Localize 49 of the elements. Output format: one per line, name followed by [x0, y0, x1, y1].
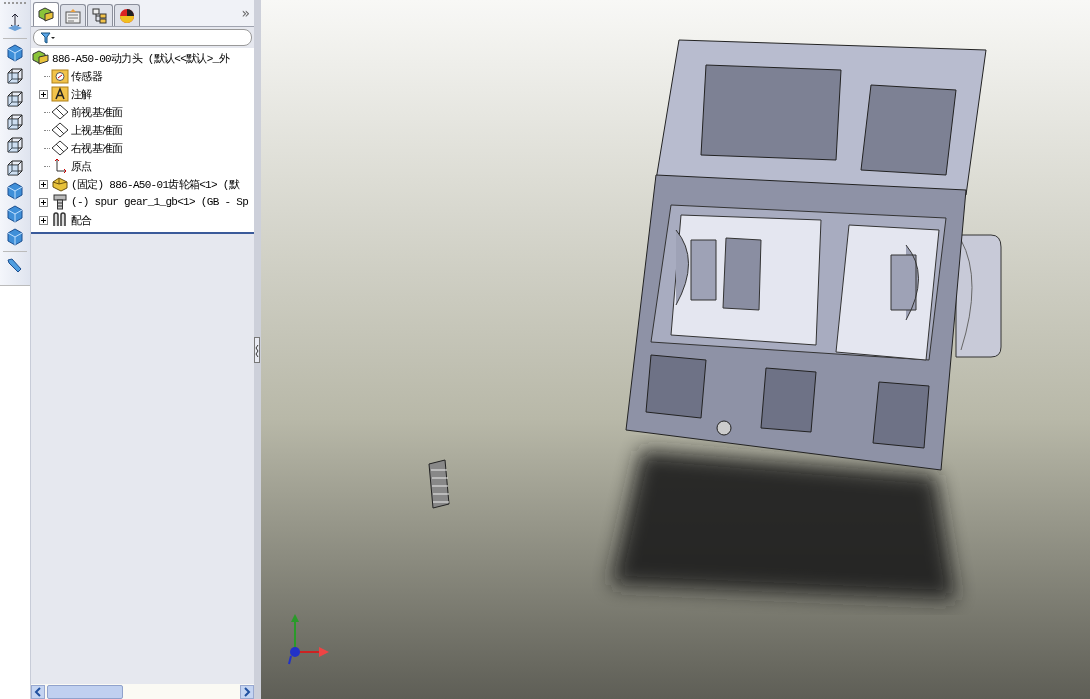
wireframe-cube-icon[interactable]	[6, 113, 24, 131]
scroll-thumb[interactable]	[47, 684, 123, 699]
shaded-cube-icon[interactable]	[6, 205, 24, 223]
axis-triad-icon	[288, 614, 329, 665]
plane-icon	[51, 122, 69, 138]
tree-item[interactable]: 上视基准面	[71, 122, 123, 138]
annotation-folder-icon	[51, 86, 69, 102]
sensor-folder-icon	[51, 68, 69, 84]
plane-icon	[51, 104, 69, 120]
wireframe-cube-icon[interactable]	[6, 67, 24, 85]
configuration-tab[interactable]	[87, 4, 113, 26]
tree-item[interactable]: 传感器	[71, 68, 102, 84]
appearance-tab[interactable]	[114, 4, 140, 26]
panel-collapse-handle[interactable]	[254, 336, 260, 363]
plane-icon	[51, 140, 69, 156]
expand-icon[interactable]	[38, 197, 48, 207]
tree-item[interactable]: 前视基准面	[71, 104, 123, 120]
wireframe-cube-icon[interactable]	[6, 159, 24, 177]
cube-stack-icon	[37, 5, 55, 24]
color-ball-icon	[118, 6, 136, 25]
shaded-cube-icon[interactable]	[6, 228, 24, 246]
shaded-cube-icon[interactable]	[6, 44, 24, 62]
tree-item[interactable]: 注解	[71, 86, 92, 102]
tree-item[interactable]: 原点	[71, 158, 92, 174]
funnel-icon	[40, 31, 56, 44]
shaded-cube-icon[interactable]	[6, 182, 24, 200]
paperclip-icon	[51, 212, 69, 228]
wireframe-cube-icon[interactable]	[6, 136, 24, 154]
document-icon	[64, 6, 82, 25]
tree-item[interactable]: 右视基准面	[71, 140, 123, 156]
normal-to-icon[interactable]	[6, 13, 24, 33]
tree-item[interactable]: 配合	[71, 212, 92, 228]
tree-item[interactable]: 886-A50-00动力头 (默认<<默认>_外	[52, 50, 229, 66]
tree-item[interactable]: (-) spur gear_1_gb<1> (GB - Sp	[71, 196, 249, 208]
hierarchy-icon	[91, 6, 109, 25]
filter-field[interactable]	[33, 29, 252, 46]
gear-model-drawing	[428, 459, 450, 509]
feature-tree-tab[interactable]	[33, 2, 59, 26]
scroll-left-button[interactable]	[31, 684, 45, 699]
expand-icon[interactable]	[38, 215, 48, 225]
more-tabs-button[interactable]: »	[241, 5, 250, 21]
bolt-icon	[51, 194, 69, 210]
expand-icon[interactable]	[38, 179, 48, 189]
wireframe-cube-icon[interactable]	[6, 90, 24, 108]
scroll-right-button[interactable]	[240, 684, 254, 699]
assembly-icon	[32, 50, 50, 66]
tree-item[interactable]: (固定) 886-A50-01齿轮箱<1> (默	[71, 176, 240, 192]
expand-icon[interactable]	[38, 89, 48, 99]
part-icon	[51, 176, 69, 192]
